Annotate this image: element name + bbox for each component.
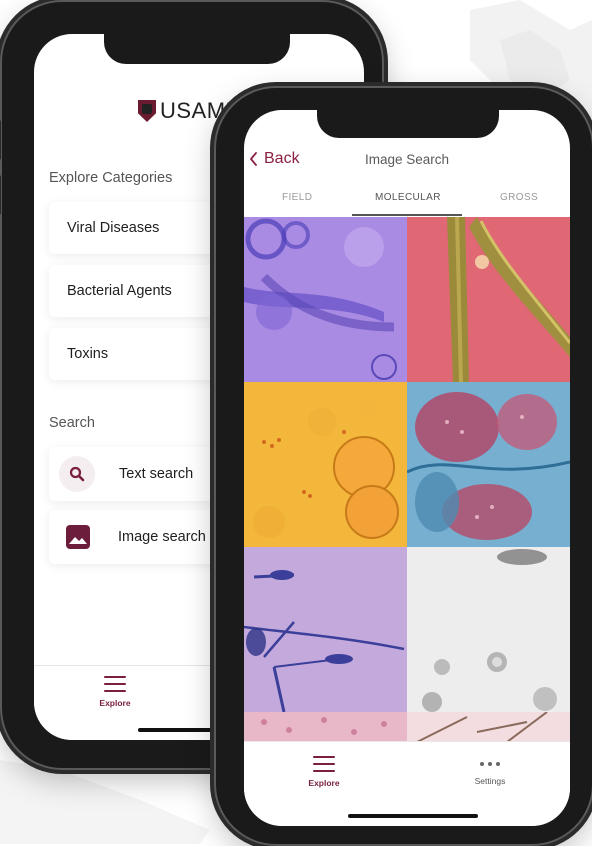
category-tabs: FIELD MOLECULAR GROSS	[244, 184, 570, 218]
shield-logo-icon	[138, 100, 156, 122]
image-thumbnail[interactable]	[407, 547, 570, 712]
image-thumbnail[interactable]	[407, 217, 570, 382]
tab-explore-label: Explore	[308, 778, 340, 788]
text-search-label: Text search	[119, 466, 194, 482]
image-search-label: Image search	[118, 529, 206, 545]
active-tab-indicator	[352, 214, 462, 216]
category-label: Viral Diseases	[67, 220, 160, 236]
more-icon	[456, 762, 524, 766]
home-indicator	[348, 814, 478, 818]
category-toxins[interactable]: Toxins	[49, 328, 229, 380]
image-icon	[66, 525, 90, 549]
tab-explore[interactable]: Explore	[80, 676, 150, 708]
explore-categories-title: Explore Categories	[49, 170, 173, 186]
image-search-button[interactable]: Image search	[49, 510, 229, 564]
tab-settings-label: Settings	[474, 776, 506, 786]
menu-icon	[104, 676, 126, 692]
tab-molecular[interactable]: MOLECULAR	[375, 192, 441, 203]
tab-explore-label: Explore	[99, 698, 131, 708]
tab-settings[interactable]: Settings	[456, 762, 524, 786]
page-title: Image Search	[364, 152, 450, 167]
image-search-screen: Back Image Search FIELD MOLECULAR GROSS	[244, 110, 570, 826]
image-thumbnail[interactable]	[244, 217, 407, 382]
category-label: Toxins	[67, 346, 109, 362]
phone-notch	[104, 34, 290, 64]
image-thumbnail[interactable]	[407, 382, 570, 547]
category-label: Bacterial Agents	[67, 283, 172, 299]
image-grid	[244, 217, 570, 747]
tab-explore[interactable]: Explore	[290, 756, 358, 788]
search-title: Search	[49, 415, 95, 431]
category-bacterial-agents[interactable]: Bacterial Agents	[49, 265, 229, 317]
text-search-button[interactable]: Text search	[49, 447, 229, 501]
search-icon	[59, 456, 95, 492]
tab-gross[interactable]: GROSS	[500, 192, 538, 203]
image-thumbnail[interactable]	[244, 382, 407, 547]
phone-image-search: Back Image Search FIELD MOLECULAR GROSS	[214, 86, 592, 846]
category-viral-diseases[interactable]: Viral Diseases	[49, 202, 229, 254]
tab-field[interactable]: FIELD	[282, 192, 312, 203]
image-thumbnail[interactable]	[244, 547, 407, 712]
menu-icon	[313, 756, 335, 772]
phone-notch	[317, 110, 499, 138]
